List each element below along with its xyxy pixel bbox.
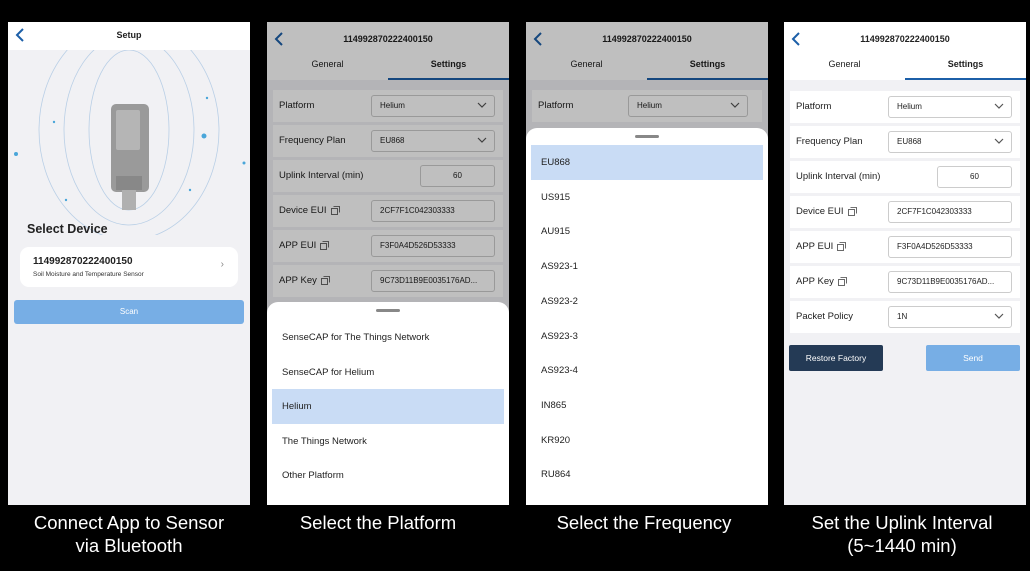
- packet-policy-label: Packet Policy: [796, 311, 854, 322]
- caption-1-text: Connect App to Sensor via Bluetooth: [33, 512, 225, 556]
- app-key-label: APP Key: [796, 276, 847, 287]
- platform-option[interactable]: SenseCAP for The Things Network: [272, 320, 504, 355]
- app-eui-value: F3F0A4D526D53333: [888, 236, 1012, 258]
- platform-screen: 114992870222400150 General Settings Platf…: [267, 22, 509, 505]
- platform-sheet: SenseCAP for The Things Network SenseCAP …: [267, 302, 509, 505]
- copy-icon[interactable]: [837, 242, 847, 251]
- frequency-screen: 114992870222400150 General Settings Platf…: [526, 22, 768, 505]
- platform-option[interactable]: SenseCAP for Helium: [272, 355, 504, 390]
- app-key-value: 9C73D11B9E0035176AD...: [888, 271, 1012, 293]
- tab-general[interactable]: General: [784, 52, 905, 80]
- caption-4-text: Set the Uplink Interval (5~1440 min): [811, 512, 993, 556]
- frequency-row[interactable]: Frequency Plan EU868: [790, 126, 1020, 158]
- frequency-option[interactable]: KR920: [531, 423, 763, 458]
- sensor-illustration: [14, 50, 246, 235]
- caption-2: Select the Platform: [249, 511, 507, 534]
- platform-option[interactable]: Helium: [272, 389, 504, 425]
- packet-policy-select[interactable]: 1N: [888, 306, 1012, 328]
- chevron-down-icon: [994, 313, 1004, 319]
- select-device-heading: Select Device: [27, 222, 108, 236]
- chevron-down-icon: [994, 138, 1004, 144]
- frequency-option[interactable]: RU864: [531, 457, 763, 492]
- platform-option[interactable]: Other Platform: [272, 458, 504, 493]
- device-eui-row: Device EUI 2CF7F1C042303333: [790, 196, 1020, 228]
- device-card[interactable]: 114992870222400150 Soil Moisture and Tem…: [20, 247, 238, 287]
- device-eui-value: 2CF7F1C042303333: [888, 201, 1012, 223]
- platform-select[interactable]: Helium: [888, 96, 1012, 118]
- frequency-option[interactable]: IN865: [531, 388, 763, 423]
- packet-policy-row[interactable]: Packet Policy 1N: [790, 301, 1020, 333]
- device-name: Soil Moisture and Temperature Sensor: [33, 271, 144, 278]
- setup-header: Setup: [8, 22, 250, 50]
- settings-header: 114992870222400150 General Settings: [784, 22, 1026, 80]
- uplink-label: Uplink Interval (min): [796, 171, 881, 182]
- app-eui-row: APP EUI F3F0A4D526D53333: [790, 231, 1020, 263]
- platform-label: Platform: [796, 101, 832, 112]
- tab-settings[interactable]: Settings: [905, 52, 1026, 80]
- frequency-option[interactable]: AS923-3: [531, 319, 763, 354]
- app-eui-label: APP EUI: [796, 241, 847, 252]
- frequency-sheet: EU868 US915 AU915 AS923-1 AS923-2 AS923-3 AS92…: [526, 128, 768, 505]
- restore-factory-button[interactable]: Restore Factory: [789, 345, 883, 371]
- caption-3: Select the Frequency: [515, 511, 773, 534]
- platform-row[interactable]: Platform Helium: [790, 91, 1020, 123]
- frequency-option[interactable]: AU915: [531, 214, 763, 249]
- copy-icon[interactable]: [847, 207, 857, 216]
- caption-1: Connect App to Sensor via Bluetooth: [0, 511, 258, 557]
- frequency-option[interactable]: US915: [531, 180, 763, 215]
- scan-button[interactable]: Scan: [14, 300, 244, 324]
- drag-handle[interactable]: [376, 309, 400, 312]
- setup-title: Setup: [116, 30, 142, 40]
- chevron-down-icon: [994, 103, 1004, 109]
- caption-3-text: Select the Frequency: [556, 512, 732, 533]
- frequency-label: Frequency Plan: [796, 136, 863, 147]
- frequency-option[interactable]: EU868: [531, 145, 763, 180]
- device-title: 114992870222400150: [860, 34, 950, 44]
- frequency-option[interactable]: AS923-4: [531, 353, 763, 388]
- frequency-select[interactable]: EU868: [888, 131, 1012, 153]
- caption-4: Set the Uplink Interval (5~1440 min): [773, 511, 1030, 557]
- copy-icon[interactable]: [837, 277, 847, 286]
- caption-2-text: Select the Platform: [299, 512, 457, 533]
- device-eui-label: Device EUI: [796, 206, 857, 217]
- settings-screen: 114992870222400150 General Settings Platf…: [784, 22, 1026, 505]
- setup-screen: Setup Select Device 114992870222400150 S…: [8, 22, 250, 505]
- uplink-row[interactable]: Uplink Interval (min) 60: [790, 161, 1020, 193]
- chevron-right-icon: ›: [220, 259, 224, 270]
- device-id: 114992870222400150: [33, 256, 133, 267]
- frequency-option[interactable]: AS923-2: [531, 284, 763, 319]
- app-key-row: APP Key 9C73D11B9E0035176AD...: [790, 266, 1020, 298]
- send-button[interactable]: Send: [926, 345, 1020, 371]
- uplink-input[interactable]: 60: [937, 166, 1012, 188]
- platform-option[interactable]: The Things Network: [272, 424, 504, 459]
- frequency-option[interactable]: AS923-1: [531, 249, 763, 284]
- drag-handle[interactable]: [635, 135, 659, 138]
